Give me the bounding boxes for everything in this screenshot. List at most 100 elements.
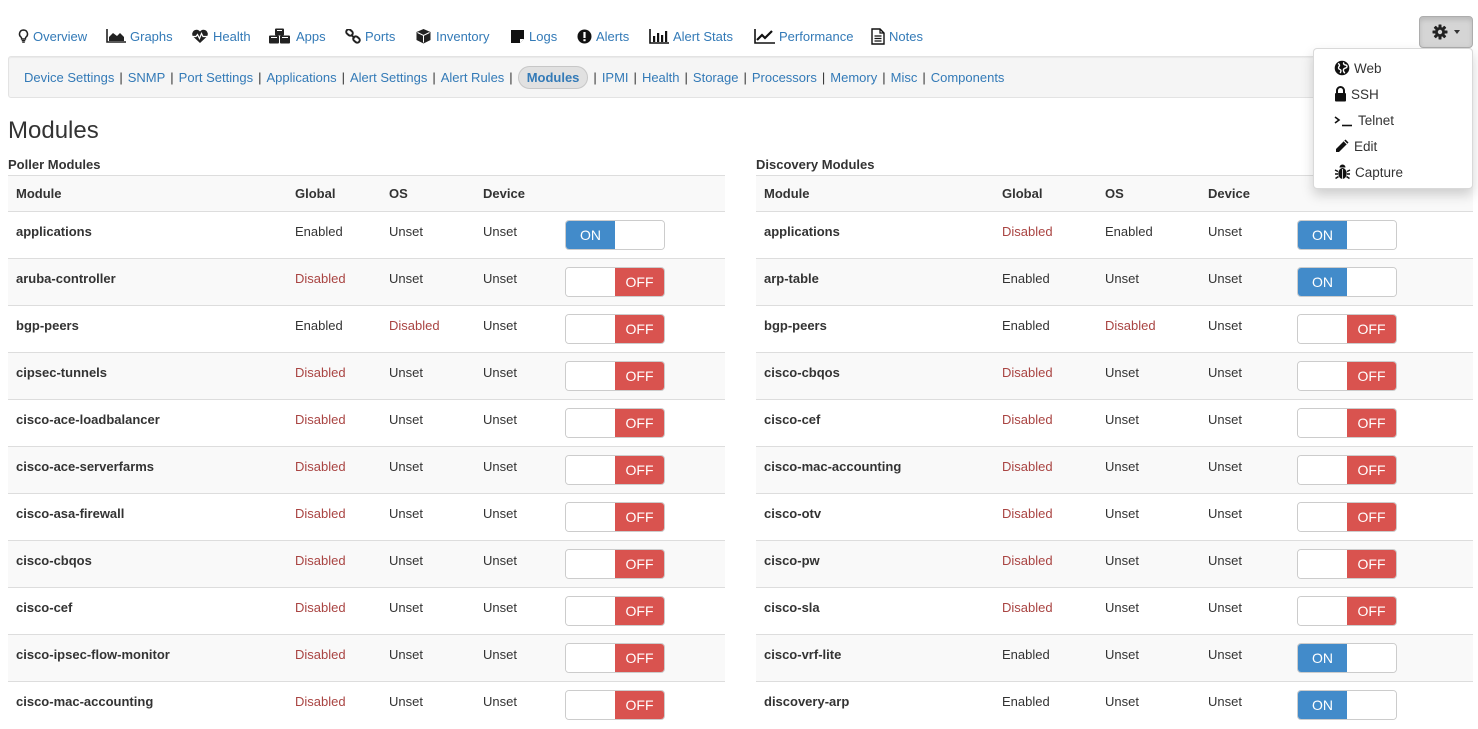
subnav-alert-settings[interactable]: Alert Settings	[350, 70, 427, 85]
module-toggle[interactable]: OFF	[565, 549, 665, 579]
toggle-cell: OFF	[1289, 446, 1473, 494]
separator: |	[743, 69, 747, 85]
module-name: cisco-mac-accounting	[756, 446, 994, 494]
global-status: Enabled	[287, 211, 381, 259]
module-toggle[interactable]: ON	[1297, 220, 1397, 250]
device-status: Unset	[1200, 399, 1289, 447]
os-status: Unset	[1097, 399, 1200, 447]
module-toggle[interactable]: OFF	[1297, 502, 1397, 532]
subnav-misc[interactable]: Misc	[891, 70, 918, 85]
os-status: Unset	[1097, 446, 1200, 494]
module-toggle[interactable]: OFF	[1297, 596, 1397, 626]
column-header: Global	[287, 175, 381, 212]
separator: |	[341, 69, 345, 85]
toggle-cell: OFF	[557, 681, 725, 729]
module-name: cisco-vrf-lite	[756, 634, 994, 682]
table-row: discovery-arp Enabled Unset Unset ON	[756, 681, 1473, 729]
module-toggle[interactable]: OFF	[1297, 408, 1397, 438]
module-toggle[interactable]: OFF	[565, 455, 665, 485]
separator: |	[882, 69, 886, 85]
nav-inventory[interactable]: Inventory	[415, 26, 489, 46]
subnav-storage[interactable]: Storage	[693, 70, 739, 85]
toggle-off-label: OFF	[615, 597, 664, 625]
nav-logs[interactable]: Logs	[510, 26, 557, 46]
toggle-handle	[566, 597, 615, 625]
os-status: Enabled	[1097, 211, 1200, 259]
module-toggle[interactable]: OFF	[565, 267, 665, 297]
nav-graphs[interactable]: Graphs	[106, 26, 173, 46]
menu-item-web[interactable]: Web	[1314, 55, 1472, 81]
menu-item-telnet[interactable]: Telnet	[1314, 107, 1472, 133]
subnav-port-settings[interactable]: Port Settings	[179, 70, 253, 85]
module-toggle[interactable]: ON	[1297, 643, 1397, 673]
device-status: Unset	[1200, 305, 1289, 353]
menu-item-ssh[interactable]: SSH	[1314, 81, 1472, 107]
module-toggle[interactable]: OFF	[1297, 455, 1397, 485]
nav-label: Ports	[365, 28, 396, 44]
nav-health[interactable]: Health	[191, 26, 251, 46]
module-toggle[interactable]: OFF	[565, 643, 665, 673]
module-toggle[interactable]: OFF	[565, 690, 665, 720]
menu-label: Capture	[1355, 164, 1404, 180]
module-toggle[interactable]: ON	[1297, 690, 1397, 720]
nav-apps[interactable]: Apps	[268, 26, 326, 46]
subnav-health[interactable]: Health	[642, 70, 680, 85]
subnav-snmp[interactable]: SNMP	[128, 70, 166, 85]
module-toggle[interactable]: OFF	[565, 314, 665, 344]
nav-ports[interactable]: Ports	[345, 26, 395, 46]
toggle-cell: ON	[1289, 634, 1473, 682]
toggle-handle	[566, 550, 615, 578]
device-status: Unset	[475, 446, 557, 494]
module-toggle[interactable]: OFF	[565, 502, 665, 532]
module-toggle[interactable]: OFF	[565, 408, 665, 438]
os-status: Unset	[381, 211, 475, 259]
nav-notes[interactable]: Notes	[871, 26, 923, 46]
toggle-off-label: OFF	[1347, 315, 1396, 343]
os-status: Disabled	[381, 305, 475, 353]
module-toggle[interactable]: ON	[565, 220, 665, 250]
menu-item-edit[interactable]: Edit	[1314, 133, 1472, 159]
os-status: Disabled	[1097, 305, 1200, 353]
module-toggle[interactable]: ON	[1297, 267, 1397, 297]
subnav-device-settings[interactable]: Device Settings	[24, 70, 114, 85]
toggle-cell: OFF	[557, 305, 725, 353]
separator: |	[684, 69, 688, 85]
module-toggle[interactable]: OFF	[1297, 549, 1397, 579]
subnav-memory[interactable]: Memory	[830, 70, 877, 85]
subnav-applications[interactable]: Applications	[267, 70, 337, 85]
toggle-off-label: OFF	[615, 315, 664, 343]
cubes-icon	[269, 28, 290, 44]
subnav-modules[interactable]: Modules	[517, 65, 589, 89]
table-header-row: Module Global OS Device	[8, 175, 725, 212]
line-chart-icon	[754, 28, 775, 44]
toggle-handle	[1347, 691, 1396, 719]
device-actions-button[interactable]	[1419, 16, 1473, 48]
nav-overview[interactable]: Overview	[18, 26, 87, 46]
module-toggle[interactable]: OFF	[565, 596, 665, 626]
subnav-processors[interactable]: Processors	[752, 70, 817, 85]
subnav-alert-rules[interactable]: Alert Rules	[441, 70, 505, 85]
heartbeat-icon	[192, 29, 208, 43]
toggle-handle	[566, 362, 615, 390]
module-toggle[interactable]: OFF	[565, 361, 665, 391]
toggle-off-label: OFF	[1347, 503, 1396, 531]
module-toggle[interactable]: OFF	[1297, 361, 1397, 391]
nav-alert-stats[interactable]: Alert Stats	[649, 26, 733, 46]
table-row: bgp-peers Enabled Disabled Unset OFF	[8, 305, 725, 353]
menu-item-capture[interactable]: Capture	[1314, 159, 1472, 185]
separator: |	[170, 69, 174, 85]
device-status: Unset	[1200, 681, 1289, 729]
nav-performance[interactable]: Performance	[754, 26, 853, 46]
toggle-handle	[1298, 503, 1347, 531]
separator: |	[258, 69, 262, 85]
module-toggle[interactable]: OFF	[1297, 314, 1397, 344]
nav-alerts[interactable]: Alerts	[577, 26, 629, 46]
bar-chart-icon	[649, 28, 669, 44]
toggle-handle	[1298, 409, 1347, 437]
module-name: cisco-cef	[8, 587, 287, 635]
nav-label: Alerts	[596, 28, 630, 44]
os-status: Unset	[381, 540, 475, 588]
separator: |	[119, 69, 123, 85]
subnav-ipmi[interactable]: IPMI	[602, 70, 629, 85]
subnav-components[interactable]: Components	[931, 70, 1005, 85]
